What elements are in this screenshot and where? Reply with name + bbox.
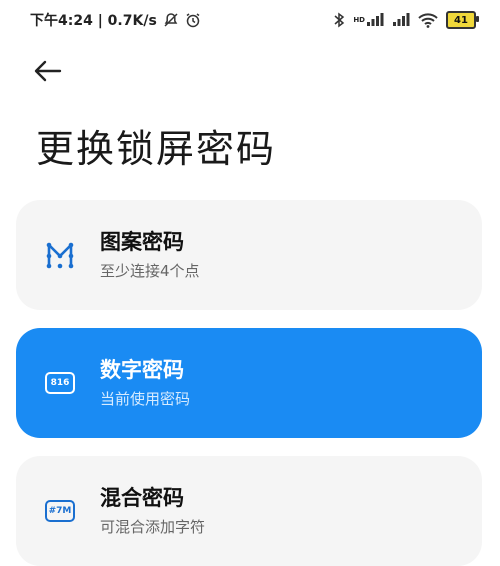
- option-numeric-password[interactable]: 816 数字密码 当前使用密码: [16, 328, 482, 438]
- option-subtitle: 可混合添加字符: [100, 518, 206, 536]
- mute-notification-icon: [163, 12, 179, 28]
- status-right: HD 41: [333, 11, 479, 29]
- battery-icon: 41: [446, 11, 479, 29]
- signal-icon: [392, 13, 410, 27]
- status-bar: 下午4:24 | 0.7K/s HD 41: [0, 0, 500, 40]
- wifi-icon: [418, 12, 438, 28]
- option-text: 数字密码 当前使用密码: [100, 356, 190, 410]
- option-title: 数字密码: [100, 358, 184, 382]
- back-arrow-icon: [34, 60, 62, 86]
- option-text: 图案密码 至少连接4个点: [100, 228, 200, 282]
- alarm-icon: [185, 12, 201, 28]
- mixed-icon: #7M: [42, 493, 78, 529]
- numeric-icon-label: 816: [45, 372, 75, 394]
- status-time-speed: 下午4:24 | 0.7K/s: [30, 13, 157, 29]
- signal-hd-icon: HD: [353, 13, 384, 27]
- option-subtitle: 当前使用密码: [100, 390, 191, 408]
- battery-level: 41: [454, 14, 468, 26]
- status-left: 下午4:24 | 0.7K/s: [30, 10, 201, 30]
- mixed-icon-label: #7M: [45, 500, 75, 522]
- bluetooth-icon: [333, 12, 345, 28]
- option-title: 图案密码: [100, 230, 184, 254]
- hd-label: HD: [353, 16, 365, 24]
- numeric-icon: 816: [42, 365, 78, 401]
- option-mixed-password[interactable]: #7M 混合密码 可混合添加字符: [16, 456, 482, 566]
- option-title: 混合密码: [100, 486, 184, 510]
- option-text: 混合密码 可混合添加字符: [100, 484, 205, 538]
- pattern-icon: [42, 237, 78, 273]
- option-subtitle: 至少连接4个点: [100, 262, 200, 280]
- back-button[interactable]: [34, 55, 74, 91]
- option-pattern-password[interactable]: 图案密码 至少连接4个点: [16, 200, 482, 310]
- page-title: 更换锁屏密码: [36, 127, 277, 171]
